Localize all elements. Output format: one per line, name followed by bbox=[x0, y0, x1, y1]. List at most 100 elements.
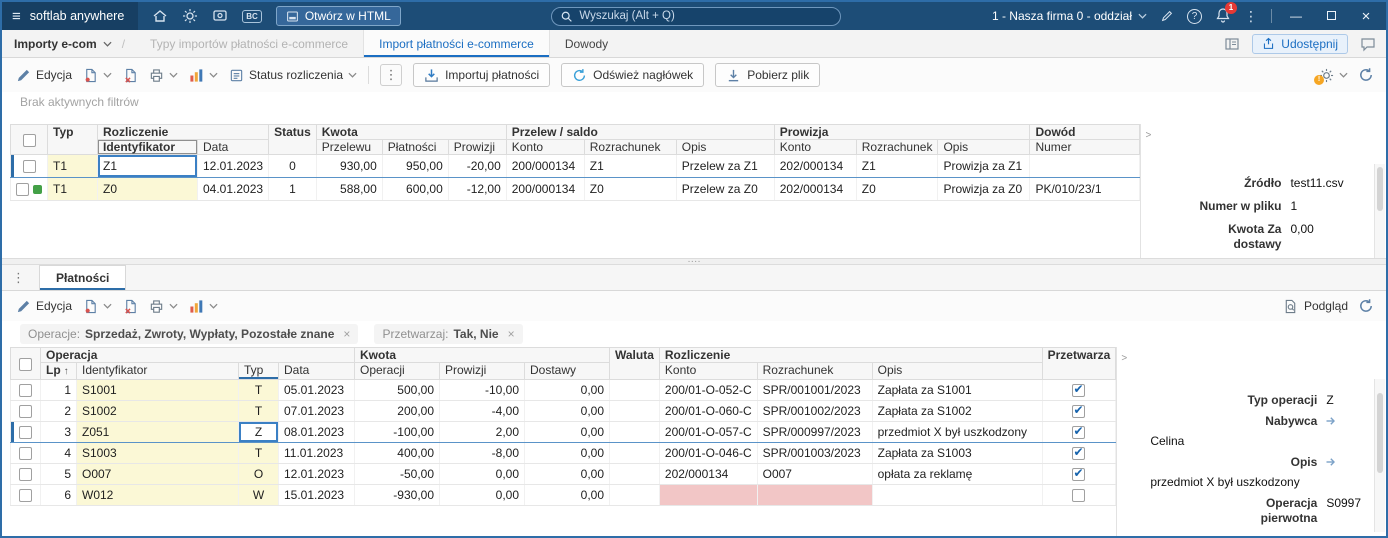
drilldown-arrow-icon[interactable] bbox=[1325, 415, 1337, 427]
c-lp[interactable]: 4 bbox=[40, 442, 77, 464]
payments-kebab-menu[interactable]: ⋮ bbox=[12, 270, 25, 286]
module-selector[interactable]: Importy e-com bbox=[14, 37, 112, 51]
c-pr-opis[interactable]: Prowizja za Z1 bbox=[937, 154, 1031, 178]
table-row[interactable]: 1 S1001 T 05.01.2023 500,00 -10,00 0,00 … bbox=[10, 379, 1117, 401]
c-ps-konto[interactable]: 200/000134 bbox=[506, 177, 585, 201]
more-actions-button[interactable]: ⋮ bbox=[380, 64, 403, 86]
col-przetwarzaj[interactable]: Przetwarza bbox=[1041, 347, 1117, 380]
detail-value[interactable]: Z bbox=[1326, 393, 1333, 408]
c-typ[interactable]: W bbox=[238, 484, 279, 506]
refresh-grid-icon[interactable] bbox=[1358, 67, 1374, 83]
c-ps-rozrachunek[interactable]: Z1 bbox=[584, 154, 677, 178]
c-typ[interactable]: T1 bbox=[47, 154, 98, 178]
chat-icon[interactable] bbox=[1360, 36, 1376, 52]
tab-platnosci[interactable]: Płatności bbox=[39, 265, 127, 290]
c-prowizji[interactable]: -8,00 bbox=[439, 442, 525, 464]
scrollbar-thumb[interactable] bbox=[1377, 393, 1383, 473]
c-ps-konto[interactable]: 200/000134 bbox=[506, 154, 585, 178]
c-waluta[interactable] bbox=[609, 463, 660, 485]
c-identyfikator[interactable]: W012 bbox=[76, 484, 239, 506]
home-icon[interactable] bbox=[152, 8, 168, 24]
c-rozrachunek[interactable]: SPR/001002/2023 bbox=[757, 400, 873, 422]
c-pr-opis[interactable]: Prowizja za Z0 bbox=[937, 177, 1031, 201]
col-rozrachunek[interactable]: Rozrachunek bbox=[756, 362, 873, 380]
c-dostawy[interactable]: 0,00 bbox=[524, 442, 610, 464]
notifications-bell[interactable]: 1 bbox=[1215, 2, 1237, 26]
c-pr-rozrachunek[interactable]: Z1 bbox=[856, 154, 939, 178]
c-select[interactable] bbox=[10, 442, 41, 464]
c-pr-rozrachunek[interactable]: Z0 bbox=[856, 177, 939, 201]
przetwarzaj-checkbox[interactable]: ✔ bbox=[1072, 424, 1086, 440]
row-checkbox[interactable] bbox=[16, 183, 29, 197]
c-platnosci[interactable]: 950,00 bbox=[382, 154, 449, 178]
refresh-grid-icon[interactable] bbox=[1358, 298, 1374, 314]
analytics-button[interactable] bbox=[189, 68, 218, 83]
c-identyfikator[interactable]: Z051 bbox=[76, 421, 239, 443]
c-waluta[interactable] bbox=[609, 421, 660, 443]
minimize-button[interactable]: — bbox=[1285, 9, 1307, 23]
panel-layout-icon[interactable] bbox=[1224, 36, 1240, 52]
c-opis[interactable]: Zapłata za S1003 bbox=[872, 442, 1043, 464]
select-all-header[interactable] bbox=[10, 347, 41, 380]
filter-chip-przetwarzaj[interactable]: Przetwarzaj: Tak, Nie × bbox=[374, 324, 523, 344]
c-typ[interactable]: O bbox=[238, 463, 279, 485]
c-select[interactable] bbox=[10, 400, 41, 422]
col-ps-konto[interactable]: Konto bbox=[505, 139, 585, 155]
c-dostawy[interactable]: 0,00 bbox=[524, 400, 610, 422]
c-prowizji[interactable]: -20,00 bbox=[448, 154, 507, 178]
row-checkbox[interactable] bbox=[19, 426, 32, 440]
c-select[interactable] bbox=[10, 177, 48, 201]
c-konto[interactable]: 200/01-O-060-C bbox=[659, 400, 758, 422]
import-payments-button[interactable]: Importuj płatności bbox=[413, 63, 551, 87]
search-input[interactable] bbox=[551, 6, 842, 26]
detail-value[interactable]: 1 bbox=[1290, 199, 1297, 214]
c-prowizji[interactable]: 0,00 bbox=[439, 463, 525, 485]
c-operacji[interactable]: 500,00 bbox=[354, 379, 440, 401]
przetwarzaj-checkbox[interactable]: ✔ bbox=[1072, 403, 1086, 419]
c-pr-konto[interactable]: 202/000134 bbox=[774, 177, 857, 201]
grid-settings-button[interactable]: ! bbox=[1314, 68, 1348, 85]
c-przetwarzaj[interactable]: ✔ bbox=[1042, 463, 1117, 485]
delete-record-button[interactable] bbox=[123, 68, 138, 83]
c-identyfikator[interactable]: Z0 bbox=[97, 177, 198, 201]
przetwarzaj-checkbox[interactable]: ✔ bbox=[1072, 489, 1086, 503]
c-waluta[interactable] bbox=[609, 400, 660, 422]
c-lp[interactable]: 5 bbox=[40, 463, 77, 485]
c-identyfikator[interactable]: Z1 bbox=[97, 154, 198, 178]
titlebar-kebab-menu[interactable]: ⋮ bbox=[1244, 8, 1258, 25]
colgroup-rozliczenie[interactable]: Rozliczenie bbox=[658, 347, 1043, 363]
new-record-button[interactable] bbox=[83, 68, 112, 83]
c-select[interactable] bbox=[10, 484, 41, 506]
c-przetwarzaj[interactable]: ✔ bbox=[1042, 442, 1117, 464]
c-select[interactable] bbox=[10, 154, 48, 178]
col-operacji[interactable]: Operacji bbox=[354, 362, 440, 380]
c-rozrachunek[interactable] bbox=[757, 484, 873, 506]
help-icon[interactable]: ? bbox=[1187, 8, 1202, 24]
c-konto[interactable]: 200/01-O-057-C bbox=[659, 421, 758, 443]
c-ps-opis[interactable]: Przelew za Z1 bbox=[676, 154, 775, 178]
c-select[interactable] bbox=[10, 463, 41, 485]
przetwarzaj-checkbox[interactable]: ✔ bbox=[1072, 445, 1086, 461]
col-data[interactable]: Data bbox=[196, 139, 270, 155]
c-dowod-numer[interactable] bbox=[1029, 154, 1141, 178]
colgroup-operacja[interactable]: Operacja bbox=[40, 347, 355, 363]
select-all-checkbox[interactable] bbox=[22, 133, 36, 147]
c-typ[interactable]: T bbox=[238, 400, 279, 422]
c-operacji[interactable]: 200,00 bbox=[354, 400, 440, 422]
c-konto[interactable] bbox=[659, 484, 758, 506]
c-dostawy[interactable]: 0,00 bbox=[524, 463, 610, 485]
c-typ[interactable]: T bbox=[238, 442, 279, 464]
edit-button[interactable]: Edycja bbox=[16, 68, 72, 83]
c-typ[interactable]: T1 bbox=[47, 177, 98, 201]
delete-record-button[interactable] bbox=[123, 299, 138, 314]
col-identyfikator[interactable]: Identyfikator bbox=[76, 362, 239, 380]
c-prowizji[interactable]: -12,00 bbox=[448, 177, 507, 201]
new-record-button[interactable] bbox=[83, 299, 112, 314]
c-data[interactable]: 11.01.2023 bbox=[278, 442, 355, 464]
c-prowizji[interactable]: -4,00 bbox=[439, 400, 525, 422]
c-data[interactable]: 04.01.2023 bbox=[197, 177, 270, 201]
c-ps-rozrachunek[interactable]: Z0 bbox=[584, 177, 677, 201]
c-identyfikator[interactable]: S1001 bbox=[76, 379, 239, 401]
splitter[interactable]: ···· bbox=[2, 256, 1386, 266]
c-lp[interactable]: 1 bbox=[40, 379, 77, 401]
